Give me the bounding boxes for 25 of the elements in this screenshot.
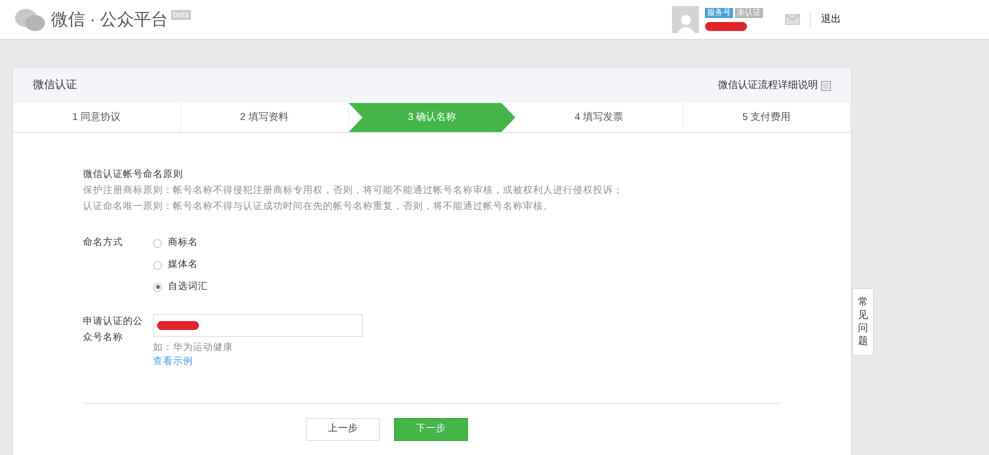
- hint-text: 如：华为运动健康: [153, 341, 234, 355]
- help-link[interactable]: 微信认证流程详细说明: [718, 78, 818, 93]
- card-title: 微信认证: [33, 78, 77, 94]
- radio-option[interactable]: 商标名: [153, 235, 208, 251]
- chat-bubbles-icon: [14, 8, 46, 32]
- account-badge: 服务号: [705, 8, 733, 18]
- name-input-field[interactable]: [153, 314, 363, 337]
- rules-title: 微信认证帐号命名原则: [83, 168, 184, 182]
- account-badge: 未认证: [735, 8, 763, 18]
- rule-text: 认证命名唯一原则：帐号名称不得与认证成功时间在先的帐号名称重复，否则，将不能通过帐号名称审核。: [83, 200, 554, 214]
- logo-text: 微信 · 公众平台: [51, 8, 168, 31]
- document-icon: [821, 80, 831, 90]
- logout-link[interactable]: 退出: [821, 12, 841, 27]
- field-label: 申请认证的公众号名称: [83, 315, 144, 345]
- radio-button[interactable]: [153, 282, 162, 292]
- radio-option[interactable]: 自选词汇: [153, 279, 208, 295]
- rule-text: 保护注册商标原则：帐号名称不得侵犯注册商标专用权，否则，将可能不能通过帐号名称审核，或被权利人进行侵权投诉；: [83, 184, 624, 198]
- mail-icon: [785, 14, 800, 25]
- faq-side-tab[interactable]: 常见问题: [852, 288, 874, 356]
- radio-option[interactable]: 媒体名: [153, 257, 208, 273]
- radio-button[interactable]: [153, 260, 162, 270]
- previous-button[interactable]: 上一步: [306, 418, 380, 441]
- field-label: 命名方式: [83, 236, 124, 250]
- person-silhouette-icon: [676, 13, 696, 33]
- radio-button[interactable]: [153, 238, 162, 248]
